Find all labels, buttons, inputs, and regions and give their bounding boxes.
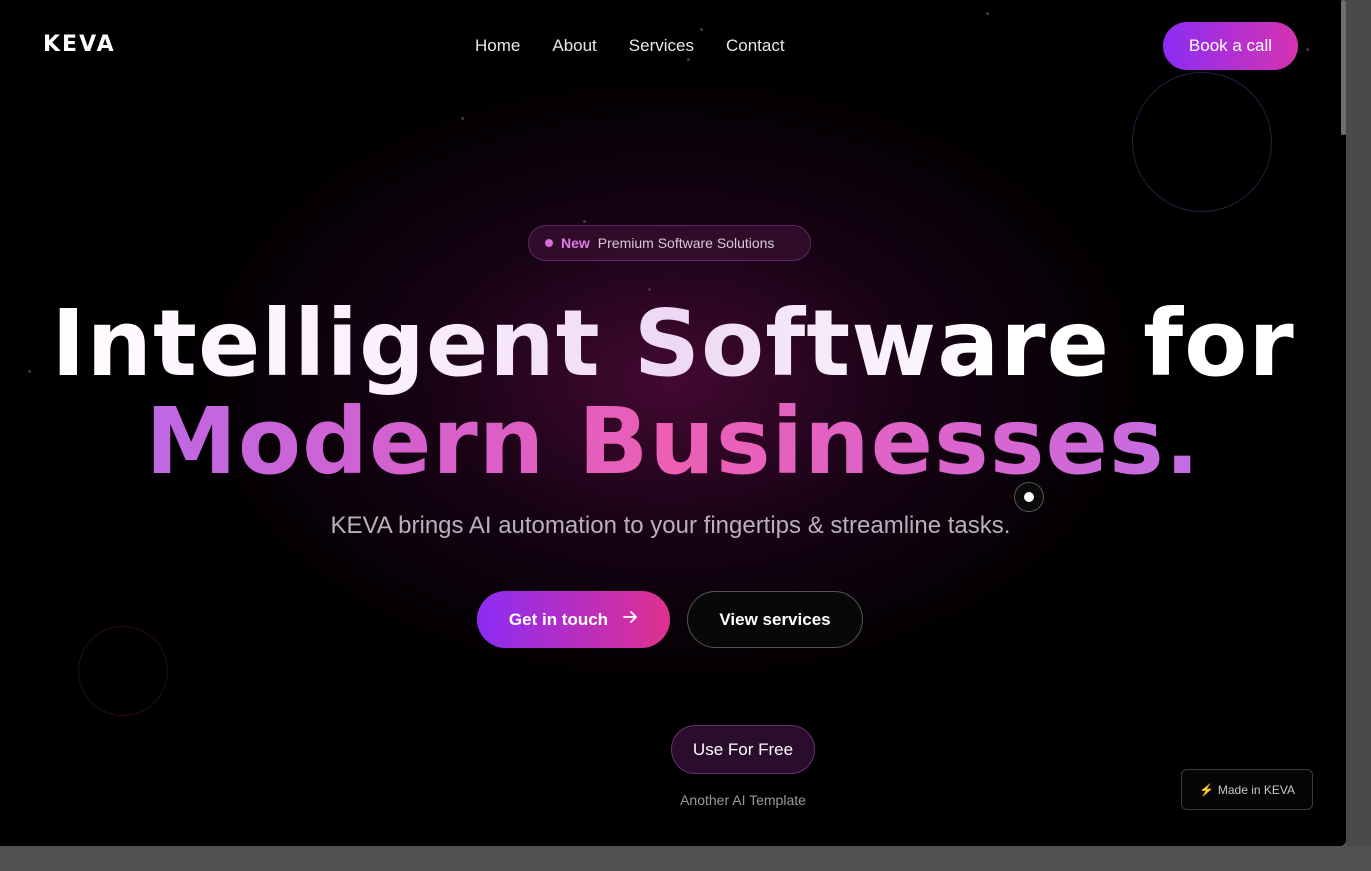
star-dot bbox=[687, 58, 690, 61]
another-template-link[interactable]: Another AI Template bbox=[643, 792, 843, 808]
hero-badge: New Premium Software Solutions bbox=[528, 225, 811, 261]
get-in-touch-label: Get in touch bbox=[508, 609, 609, 629]
decorative-ring bbox=[1132, 72, 1272, 212]
lightning-icon: ⚡ bbox=[1198, 782, 1214, 797]
main-nav: Home About Services Contact bbox=[475, 36, 817, 56]
hero-title-line1: Intelligent Software for bbox=[0, 290, 1346, 397]
cursor-follower-icon bbox=[1014, 482, 1044, 512]
made-in-badge[interactable]: ⚡ Made in KEVA bbox=[1181, 769, 1313, 810]
page-viewport: KEVA Home About Services Contact Book a … bbox=[0, 0, 1346, 846]
nav-contact[interactable]: Contact bbox=[726, 36, 785, 56]
hero-subtitle: KEVA brings AI automation to your finger… bbox=[330, 512, 1011, 539]
nav-home[interactable]: Home bbox=[475, 36, 520, 56]
view-services-button[interactable]: View services bbox=[687, 591, 863, 648]
made-in-label: Made in KEVA bbox=[1217, 782, 1296, 797]
window-bottom-edge bbox=[0, 846, 1371, 871]
badge-new-label: New bbox=[561, 235, 590, 251]
badge-text: Premium Software Solutions bbox=[597, 235, 775, 251]
star-dot bbox=[583, 220, 586, 223]
nav-services[interactable]: Services bbox=[629, 36, 694, 56]
brand-logo[interactable]: KEVA bbox=[43, 32, 116, 57]
book-call-button[interactable]: Book a call bbox=[1163, 22, 1298, 70]
nav-about[interactable]: About bbox=[552, 36, 596, 56]
decorative-ring bbox=[78, 626, 168, 716]
pulse-dot-icon bbox=[545, 239, 553, 247]
arrow-right-icon bbox=[622, 609, 638, 630]
scrollbar-track[interactable] bbox=[1346, 0, 1371, 871]
star-dot bbox=[986, 12, 989, 15]
star-dot bbox=[1306, 48, 1309, 51]
use-for-free-button[interactable]: Use For Free bbox=[671, 725, 815, 774]
get-in-touch-button[interactable]: Get in touch bbox=[477, 591, 670, 648]
star-dot bbox=[461, 117, 464, 120]
star-dot bbox=[700, 28, 703, 31]
hero-title-line2: Modern Businesses. bbox=[0, 388, 1346, 495]
scrollbar-thumb[interactable] bbox=[1341, 0, 1346, 135]
